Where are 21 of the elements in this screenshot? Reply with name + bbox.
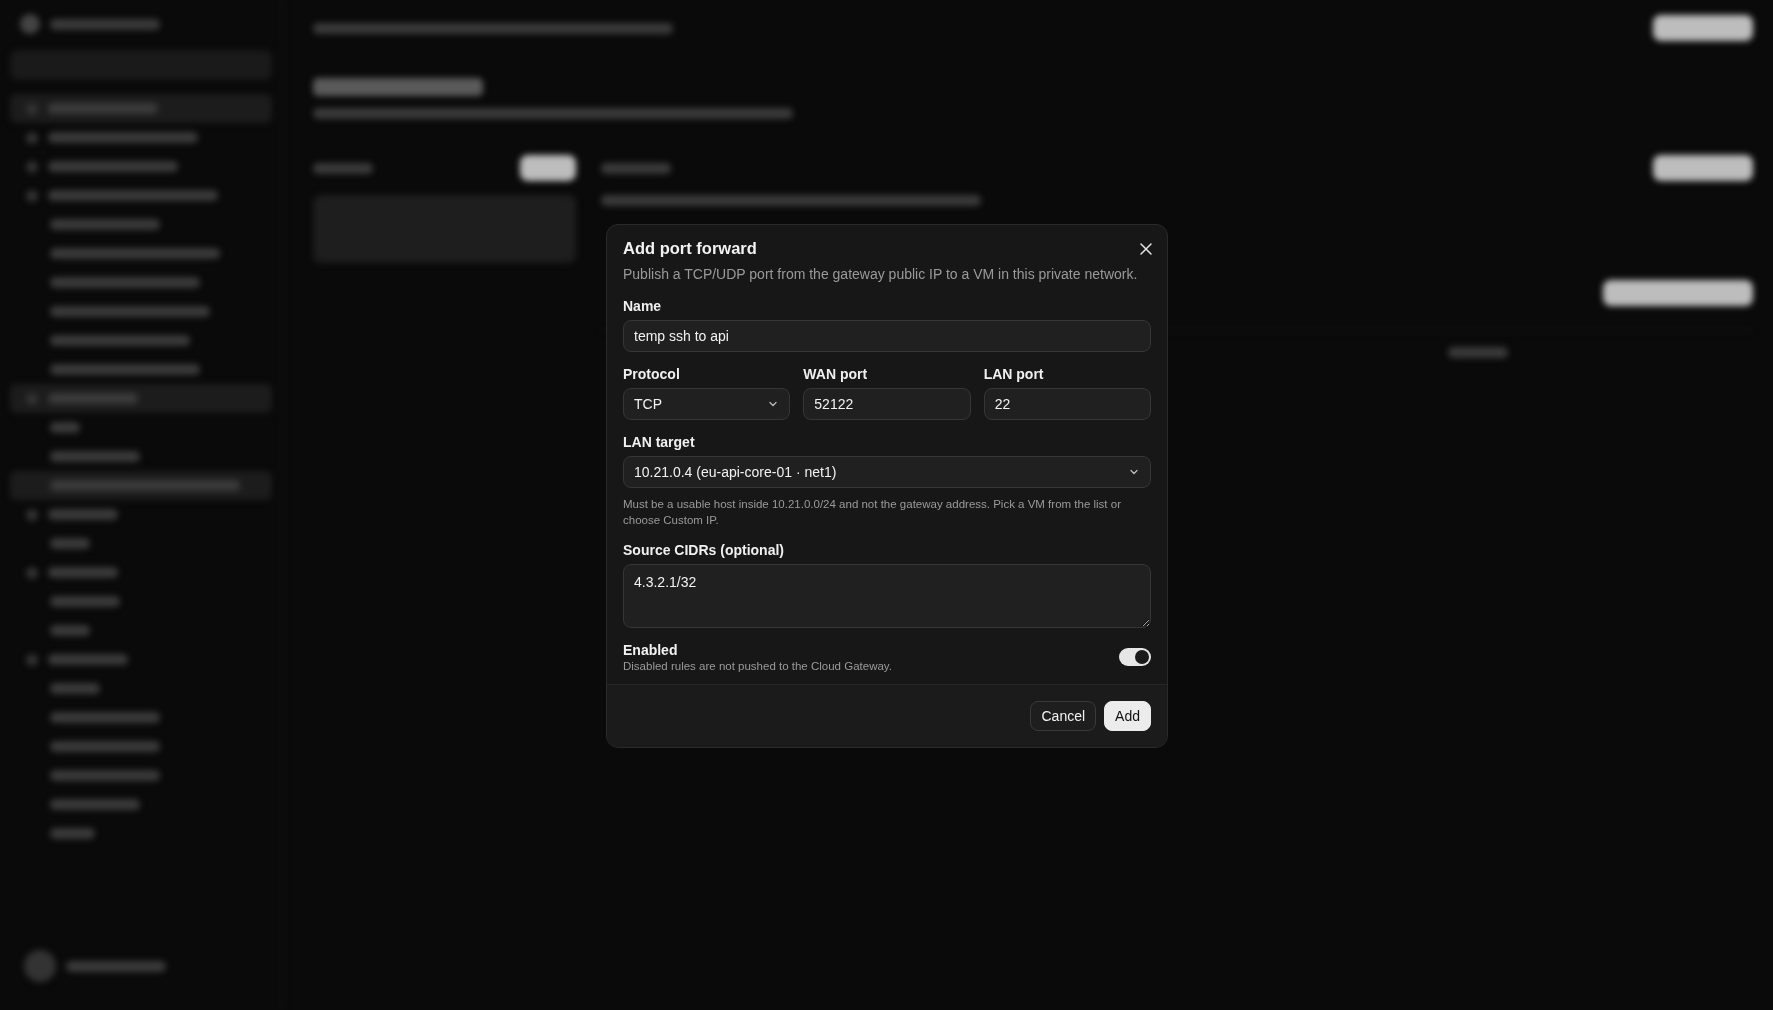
field-label: Source CIDRs (optional): [623, 542, 785, 558]
toggle-label: Enabled: [623, 642, 679, 658]
close-icon: [1139, 241, 1153, 256]
field-label: WAN port: [803, 366, 869, 382]
toggle-description: Disabled rules are not pushed to the Cloud Gateway.: [623, 660, 892, 672]
dialog-description: Publish a TCP/UDP port from the gateway public IP to a VM in this private network.: [623, 265, 1139, 284]
select-field[interactable]: 10.21.0.4 (eu-api-core-01 · net1): [623, 456, 1151, 488]
input-field[interactable]: 22: [983, 388, 1151, 420]
field-label: LAN target: [623, 434, 696, 450]
toggle-switch[interactable]: [1119, 648, 1151, 666]
dialog-title: Add port forward: [623, 239, 757, 258]
input-field[interactable]: temp ssh to api: [623, 320, 1151, 352]
text-area[interactable]: 4.3.2.1/32: [623, 564, 1151, 628]
cancel-button[interactable]: Cancel: [1030, 701, 1097, 731]
field-hint: Must be a usable host inside 10.21.0.0/24 and not the gateway address. Pick a VM from the list or choose Custom IP.: [623, 497, 1122, 528]
field-label: Protocol: [623, 366, 681, 382]
select-field[interactable]: TCP: [623, 388, 791, 420]
add-button[interactable]: Add: [1104, 701, 1151, 731]
input-field[interactable]: 52122: [803, 388, 971, 420]
field-label: LAN port: [983, 366, 1045, 382]
field-label: Name: [623, 298, 663, 314]
